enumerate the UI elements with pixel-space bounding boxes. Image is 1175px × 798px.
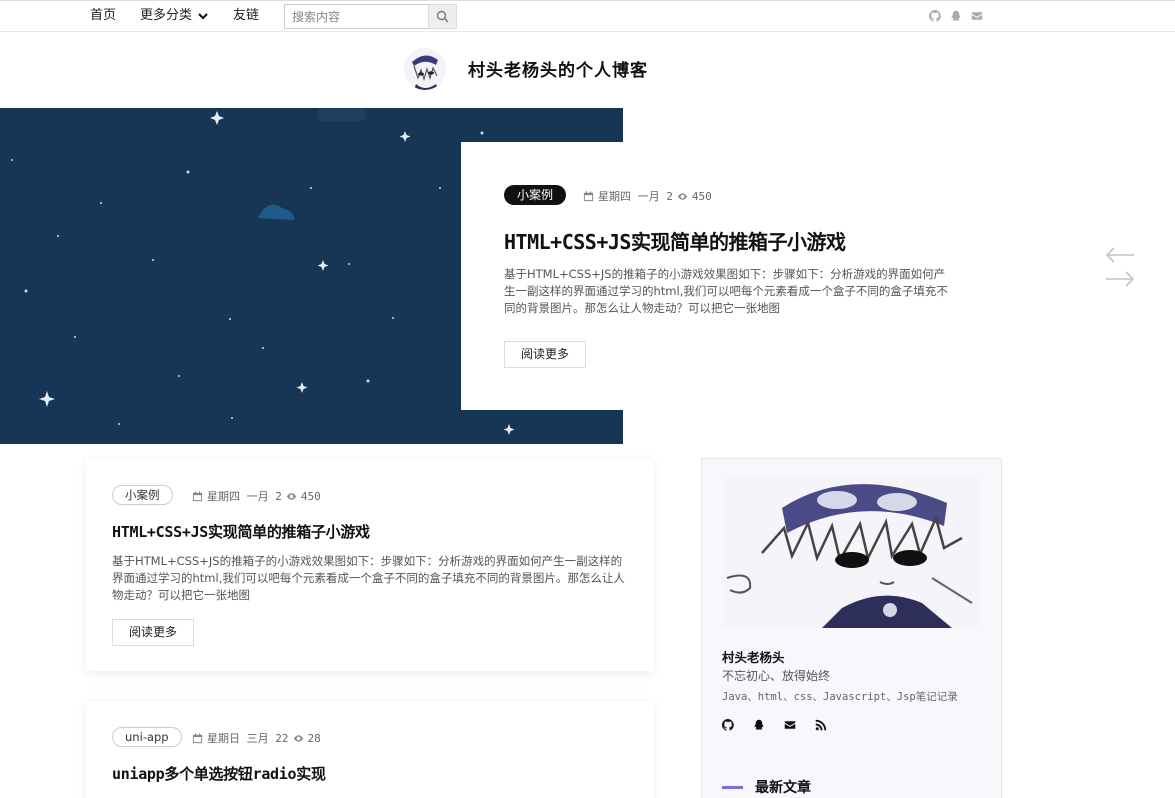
post-category-tag[interactable]: uni-app: [112, 727, 182, 747]
top-social-links: [929, 10, 983, 22]
post-date: 星期日 三月 22: [207, 732, 289, 745]
eye-icon: [286, 492, 296, 500]
calendar-icon: [192, 490, 203, 501]
search-icon: [436, 10, 449, 23]
author-social-links: [722, 719, 827, 731]
qq-icon[interactable]: [753, 719, 765, 731]
post-title[interactable]: uniapp多个单选按钮radio实现: [112, 763, 326, 784]
author-avatar-illustration: [722, 478, 981, 628]
featured-post-views: 450: [691, 189, 712, 203]
post-card: 小案例 星期四 一月 2 450 HTML+CSS+JS实现简单的推箱子小游戏 …: [86, 459, 654, 671]
post-excerpt: 基于HTML+CSS+JS的推箱子的小游戏效果图如下：步骤如下：分析游戏的界面如…: [112, 554, 625, 602]
post-meta: 星期四 一月 2 450: [192, 488, 321, 504]
logo-avatar[interactable]: [404, 48, 446, 90]
mail-icon[interactable]: [784, 719, 796, 731]
nav-home-link[interactable]: 首页: [90, 8, 116, 24]
chevron-down-icon: [198, 13, 208, 20]
mail-icon[interactable]: [971, 10, 983, 22]
featured-category-tag[interactable]: 小案例: [504, 185, 567, 205]
search-box: [284, 4, 457, 29]
featured-post-title[interactable]: HTML+CSS+JS实现简单的推箱子小游戏: [504, 226, 846, 255]
featured-post-date: 星期四 一月 2: [598, 190, 673, 203]
featured-read-more-button[interactable]: 阅读更多: [504, 341, 587, 368]
post-category-tag[interactable]: 小案例: [112, 485, 173, 505]
site-title[interactable]: 村头老杨头的个人博客: [468, 56, 648, 81]
rss-icon[interactable]: [815, 719, 827, 731]
qq-icon[interactable]: [950, 10, 962, 22]
post-views: 28: [307, 731, 321, 745]
arrow-left-icon[interactable]: [1104, 246, 1136, 264]
eye-icon: [293, 734, 303, 742]
arrow-right-icon[interactable]: [1104, 270, 1136, 288]
site-header: 村头老杨头的个人博客: [0, 32, 1175, 108]
post-views: 450: [300, 489, 321, 503]
post-card: uni-app 星期日 三月 22 28 uniapp多个单选按钮radio实现: [86, 701, 654, 798]
nav-more-label: 更多分类: [140, 8, 193, 23]
latest-posts-title: 最新文章: [755, 780, 811, 796]
top-nav: 首页 更多分类 友链: [0, 0, 1175, 32]
search-button[interactable]: [428, 4, 457, 29]
latest-posts-heading: 最新文章: [722, 777, 811, 797]
post-meta: 星期日 三月 22 28: [192, 730, 321, 746]
carousel-arrows: [1104, 246, 1136, 294]
author-sidebar: 村头老杨头 不忘初心、放得始终 Java、html、css、Javascript…: [701, 458, 1002, 798]
featured-post-excerpt: 基于HTML+CSS+JS的推箱子的小游戏效果图如下：步骤如下：分析游戏的界面如…: [504, 267, 948, 315]
nav-more-categories[interactable]: 更多分类: [140, 8, 210, 24]
author-motto: 不忘初心、放得始终: [722, 669, 831, 683]
nav-friend-links[interactable]: 友链: [233, 8, 259, 24]
heading-accent-bar: [722, 785, 743, 789]
eye-icon: [677, 192, 687, 200]
featured-post-meta: 星期四 一月 2 450: [583, 188, 712, 204]
github-icon[interactable]: [722, 719, 734, 731]
read-more-button[interactable]: 阅读更多: [112, 619, 195, 646]
search-input[interactable]: [284, 4, 428, 29]
featured-post-card: 小案例 星期四 一月 2 450 HTML+CSS+JS实现简单的推箱子小游戏 …: [461, 142, 1001, 410]
github-icon[interactable]: [929, 10, 941, 22]
author-avatar: [722, 478, 981, 628]
avatar-illustration: [404, 48, 446, 90]
post-date: 星期四 一月 2: [207, 490, 282, 503]
author-name: 村头老杨头: [722, 650, 785, 665]
calendar-icon: [192, 732, 203, 743]
post-title[interactable]: HTML+CSS+JS实现简单的推箱子小游戏: [112, 521, 370, 542]
author-description: Java、html、css、Javascript、Jsp笔记记录: [722, 691, 958, 703]
calendar-icon: [583, 190, 594, 201]
